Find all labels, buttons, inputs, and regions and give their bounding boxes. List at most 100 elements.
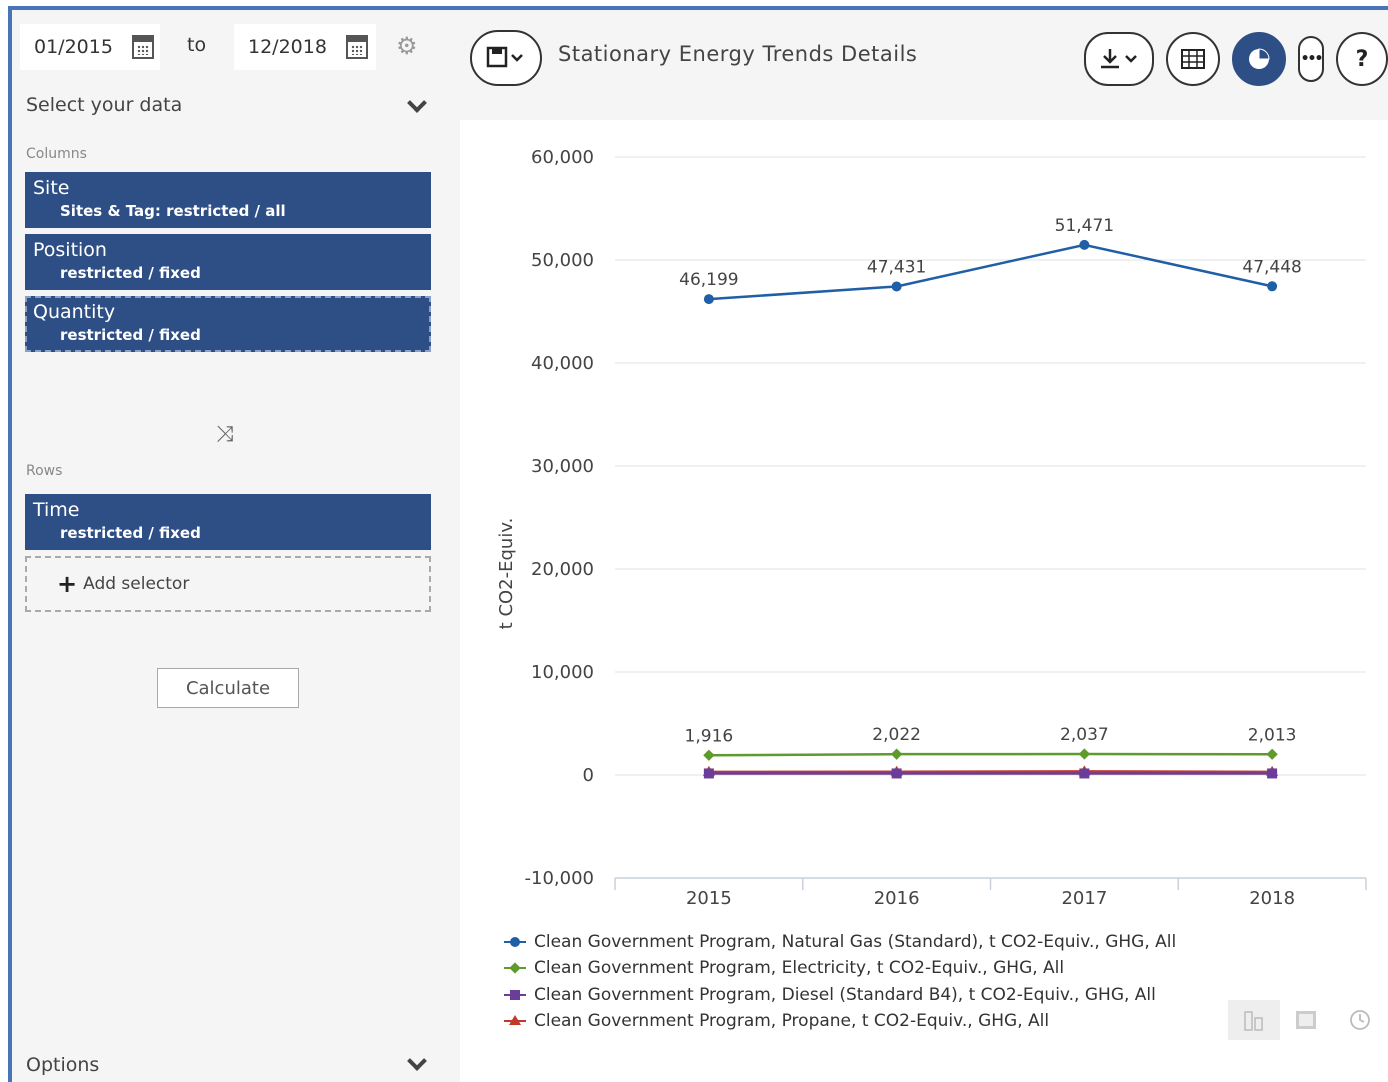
data-label: 2,037 — [1060, 725, 1109, 745]
data-point — [891, 768, 902, 779]
data-point — [703, 294, 714, 305]
x-tick-label: 2015 — [686, 888, 732, 909]
table-view-button[interactable] — [1166, 32, 1220, 86]
columns-section-label: Columns — [26, 146, 87, 162]
selector-subtitle: restricted / fixed — [60, 524, 201, 542]
pie-chart-icon — [1249, 48, 1270, 69]
selector-title: Time — [33, 499, 80, 521]
y-tick-label: 40,000 — [531, 353, 594, 374]
chevron-down-icon[interactable] — [407, 93, 427, 113]
data-point — [1267, 281, 1278, 292]
data-point — [1079, 239, 1090, 250]
legend-label: Clean Government Program, Electricity, t… — [534, 958, 1065, 978]
calculate-button[interactable]: Calculate — [157, 668, 299, 708]
x-tick-label: 2016 — [874, 888, 920, 909]
x-tick-label: 2018 — [1249, 888, 1295, 909]
select-data-label: Select your data — [26, 94, 183, 116]
data-point — [703, 749, 715, 761]
y-tick-label: -10,000 — [525, 868, 594, 889]
save-menu-button[interactable] — [470, 30, 542, 86]
help-icon: ? — [1355, 46, 1369, 72]
date-to-field[interactable]: 12/2018 — [234, 24, 376, 70]
y-tick-label: 30,000 — [531, 456, 594, 477]
download-menu-button[interactable] — [1084, 32, 1154, 86]
column-selector-quantity[interactable]: Quantity restricted / fixed — [25, 296, 431, 352]
series-line — [708, 752, 1273, 757]
selector-title: Position — [33, 239, 107, 261]
selector-title: Quantity — [33, 301, 116, 323]
legend-item[interactable]: Clean Government Program, Diesel (Standa… — [504, 985, 1156, 1005]
data-point — [1266, 748, 1278, 760]
bar-chart-icon — [1244, 1011, 1263, 1031]
legend-label: Clean Government Program, Natural Gas (S… — [534, 932, 1177, 952]
data-point — [891, 281, 902, 292]
chevron-down-icon[interactable] — [407, 1051, 427, 1071]
selector-subtitle: restricted / fixed — [60, 264, 201, 282]
line-chart: -10,000 0 10,000 20,000 30,000 40,000 50,000 60… — [496, 147, 1367, 909]
legend-item[interactable]: Clean Government Program, Propane, t CO2… — [504, 1011, 1049, 1031]
table-icon — [1181, 49, 1205, 69]
plus-icon: + — [57, 570, 78, 598]
selector-subtitle: Sites & Tag: restricted / all — [60, 202, 286, 220]
download-icon — [1101, 49, 1137, 69]
data-point — [1267, 768, 1278, 779]
y-tick-label: 0 — [583, 765, 594, 786]
add-selector-label: Add selector — [83, 574, 190, 594]
selector-subtitle: restricted / fixed — [60, 326, 201, 344]
date-from-field[interactable]: 01/2015 — [20, 24, 160, 70]
add-selector-button[interactable]: + Add selector — [25, 556, 431, 612]
column-selector-position[interactable]: Position restricted / fixed — [25, 234, 431, 290]
options-label: Options — [26, 1054, 100, 1076]
help-button[interactable]: ? — [1336, 32, 1388, 86]
calendar-icon[interactable] — [346, 35, 368, 59]
chart-toolbar-icon-values[interactable] — [1290, 1000, 1322, 1040]
gear-icon[interactable]: ⚙ — [396, 34, 418, 58]
chart-toolbar-icon-history[interactable] — [1344, 1000, 1376, 1040]
series-line — [708, 770, 1273, 774]
data-point — [890, 748, 903, 760]
data-label: 46,199 — [679, 270, 738, 290]
legend-label: Clean Government Program, Propane, t CO2… — [534, 1011, 1050, 1031]
y-tick-label: 10,000 — [531, 662, 594, 683]
y-axis-label: t CO2-Equiv. — [496, 518, 517, 630]
selector-title: Site — [33, 177, 70, 199]
y-tick-label: 20,000 — [531, 559, 594, 580]
clock-icon — [1350, 1010, 1370, 1030]
column-selector-site[interactable]: Site Sites & Tag: restricted / all — [25, 172, 431, 228]
x-tick-label: 2017 — [1061, 888, 1107, 909]
legend-item[interactable]: Clean Government Program, Natural Gas (S… — [504, 932, 1176, 952]
date-to-value: 12/2018 — [248, 36, 327, 58]
save-icon — [486, 46, 523, 68]
data-label: 2,013 — [1248, 725, 1297, 745]
data-point — [1079, 768, 1090, 779]
calendar-icon[interactable] — [132, 35, 154, 59]
rows-section-label: Rows — [26, 463, 63, 479]
legend-marker-triangle-icon — [504, 1015, 526, 1027]
more-options-button[interactable]: ••• — [1298, 36, 1324, 82]
shuffle-icon[interactable]: ⤨ — [216, 422, 234, 447]
legend-marker-diamond-icon — [504, 962, 526, 974]
date-range-to-label: to — [187, 34, 207, 56]
row-selector-time[interactable]: Time restricted / fixed — [25, 494, 431, 550]
y-tick-label: 50,000 — [531, 250, 594, 271]
data-selection-panel: 01/2015 to 12/2018 ⚙ Select your data Co… — [12, 10, 458, 1082]
chart-toolbar-icon-bars[interactable] — [1228, 1000, 1280, 1040]
legend-label: Clean Government Program, Diesel (Standa… — [534, 985, 1156, 1005]
date-from-value: 01/2015 — [34, 36, 113, 58]
series-line — [708, 243, 1273, 301]
legend-marker-circle-icon — [504, 936, 526, 948]
data-labels-icon — [1296, 1011, 1316, 1029]
more-icon: ••• — [1300, 51, 1324, 67]
data-point — [703, 768, 714, 779]
data-label: 51,471 — [1055, 216, 1114, 236]
page-title: Stationary Energy Trends Details — [558, 42, 918, 66]
data-label: 1,916 — [685, 726, 734, 746]
data-label: 47,448 — [1242, 257, 1301, 277]
legend-marker-square-icon — [504, 989, 526, 1001]
data-label: 2,022 — [872, 725, 921, 745]
data-point — [1078, 748, 1091, 760]
chart-view-button[interactable] — [1232, 32, 1286, 86]
y-tick-label: 60,000 — [531, 147, 594, 168]
legend-item[interactable]: Clean Government Program, Electricity, t… — [504, 958, 1064, 978]
data-label: 47,431 — [867, 257, 926, 277]
